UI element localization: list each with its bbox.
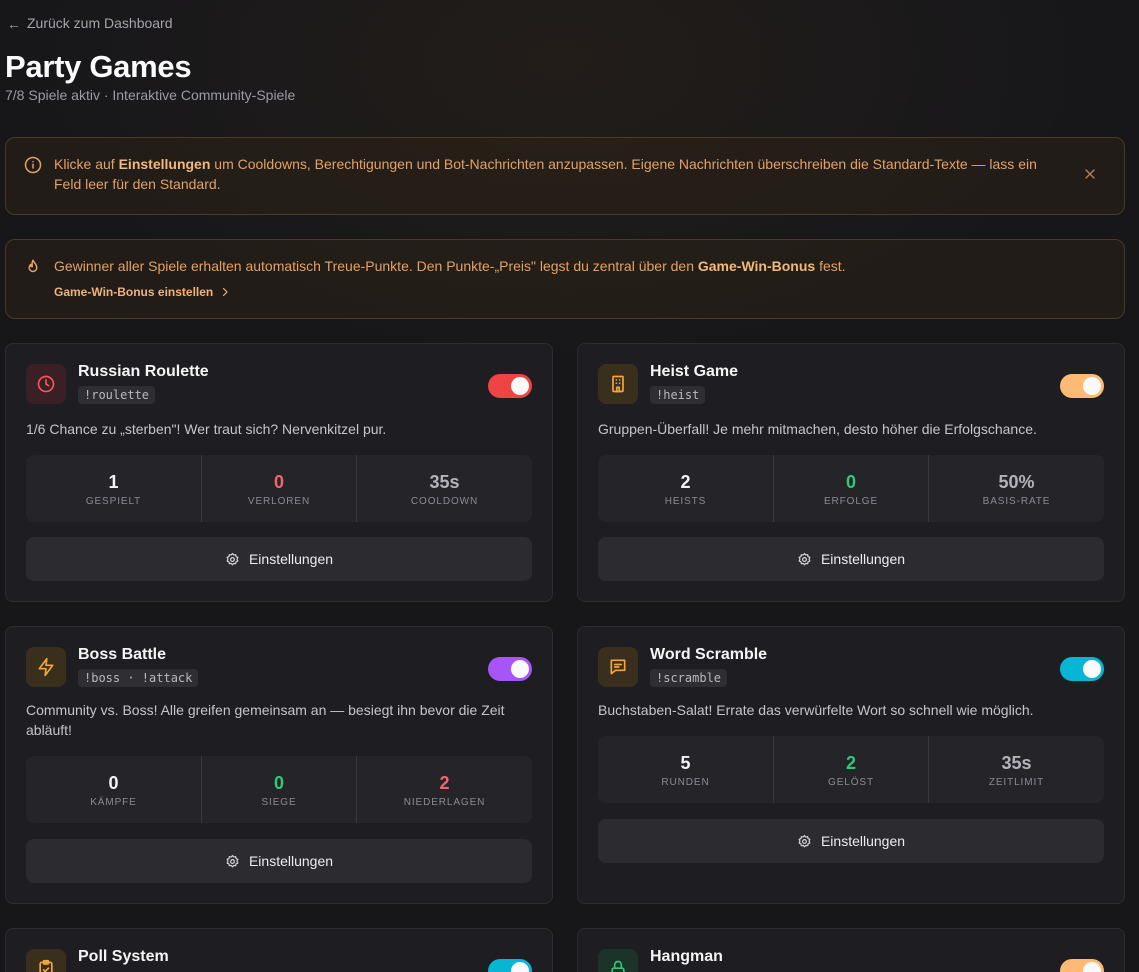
settings-button[interactable]: Einstellungen [26, 537, 532, 581]
gear-icon [226, 854, 239, 867]
stat-rounds: 5 Runden [661, 752, 710, 788]
settings-button[interactable]: Einstellungen [598, 819, 1104, 863]
reward-banner-text: Gewinner aller Spiele erhalten automatis… [54, 258, 846, 274]
game-card-boss-battle: Boss Battle !boss · !attack Community vs… [5, 626, 553, 904]
stat-wins: 0 Siege [201, 756, 356, 823]
back-link-label: Zurück zum Dashboard [27, 15, 173, 31]
stat-played: 1 Gespielt [85, 471, 142, 507]
game-card-hangman: Hangman [577, 928, 1125, 972]
game-description: Community vs. Boss! Alle greifen gemeins… [26, 702, 505, 738]
stat-time-limit: 35s Zeitlimit [928, 736, 1104, 803]
stat-solved: 2 Gelöst [773, 736, 928, 803]
game-command: !roulette [78, 386, 156, 404]
game-name: Word Scramble [650, 646, 768, 663]
stat-cooldown: 35s Cooldown [356, 455, 532, 522]
flame-icon [28, 259, 38, 273]
building-icon [598, 364, 638, 404]
chevron-right-icon [223, 287, 228, 297]
game-toggle[interactable] [1060, 374, 1104, 398]
arrow-left-icon: ← [7, 16, 21, 32]
game-command: !scramble [650, 669, 728, 687]
settings-button[interactable]: Einstellungen [26, 839, 532, 883]
stat-defeats: 2 Niederlagen [356, 756, 532, 823]
page-subtitle: 7/8 Spiele aktiv · Interaktive Community… [5, 87, 296, 103]
clock-icon [26, 364, 66, 404]
info-icon [24, 156, 42, 174]
game-stats: 1 Gespielt 0 Verloren 35s Cooldown [26, 455, 532, 522]
stat-heists: 2 Heists [664, 471, 707, 507]
game-name: Hangman [650, 948, 723, 965]
stat-base-rate: 50% Basis-Rate [928, 455, 1104, 522]
settings-button[interactable]: Einstellungen [598, 537, 1104, 581]
game-description: Gruppen-Überfall! Je mehr mitmachen, des… [598, 421, 1037, 437]
game-stats: 2 Heists 0 Erfolge 50% Basis-Rate [598, 455, 1104, 522]
info-banner: Klicke auf Einstellungen um Cooldowns, B… [5, 137, 1125, 215]
game-stats: 5 Runden 2 Gelöst 35s Zeitlimit [598, 736, 1104, 803]
clipboard-icon [26, 949, 66, 972]
info-banner-text: Klicke auf Einstellungen um Cooldowns, B… [54, 156, 1037, 192]
lightning-icon [26, 647, 66, 687]
reward-banner: Gewinner aller Spiele erhalten automatis… [5, 239, 1125, 319]
game-toggle[interactable] [488, 374, 532, 398]
gear-icon [798, 834, 811, 847]
close-icon[interactable] [1082, 166, 1098, 182]
game-toggle[interactable] [488, 959, 532, 972]
game-description: 1/6 Chance zu „sterben"! Wer traut sich?… [26, 421, 387, 437]
page-title: Party Games [5, 49, 192, 84]
stat-lost: 0 Verloren [201, 455, 356, 522]
game-card-word-scramble: Word Scramble !scramble Buchstaben-Salat… [577, 626, 1125, 904]
game-win-bonus-link[interactable]: Game-Win-Bonus einstellen [54, 282, 231, 302]
game-toggle[interactable] [1060, 657, 1104, 681]
game-toggle[interactable] [1060, 959, 1104, 972]
gear-icon [226, 552, 239, 565]
game-name: Poll System [78, 948, 169, 965]
game-command: !heist [650, 386, 706, 404]
game-stats: 0 Kämpfe 0 Siege 2 Niederlagen [26, 756, 532, 823]
game-name: Boss Battle [78, 646, 167, 663]
game-name: Russian Roulette [78, 363, 209, 380]
stat-fights: 0 Kämpfe [90, 772, 137, 808]
game-card-heist-game: Heist Game !heist Gruppen-Überfall! Je m… [577, 343, 1125, 602]
game-toggle[interactable] [488, 657, 532, 681]
back-to-dashboard-link[interactable]: ← Zurück zum Dashboard [7, 14, 173, 32]
game-command: !boss · !attack [78, 669, 199, 687]
message-icon [598, 647, 638, 687]
lock-icon [598, 949, 638, 972]
game-name: Heist Game [650, 363, 739, 380]
game-card-russian-roulette: Russian Roulette !roulette 1/6 Chance zu… [5, 343, 553, 602]
game-description: Buchstaben-Salat! Errate das verwürfelte… [598, 702, 1034, 718]
stat-successes: 0 Erfolge [773, 455, 928, 522]
game-card-poll-system: Poll System [5, 928, 553, 972]
gear-icon [798, 552, 811, 565]
